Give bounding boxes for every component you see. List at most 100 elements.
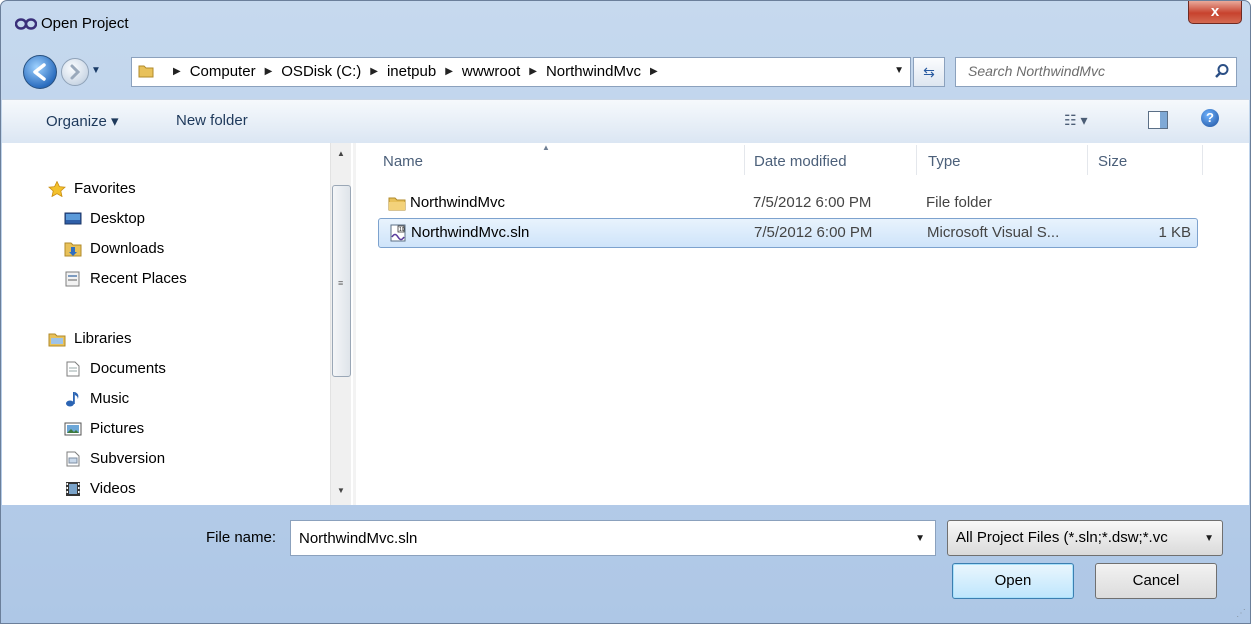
nav-label: Downloads [90,240,165,257]
chevron-down-icon[interactable]: ▼ [894,65,904,76]
address-bar[interactable]: ▶ Computer ▶ OSDisk (C:) ▶ inetpub ▶ wwwroot ▶ No… [131,57,911,87]
column-divider[interactable] [744,145,745,175]
file-type: Microsoft Visual S... [927,224,1060,241]
chevron-right-icon[interactable]: ▶ [529,66,537,77]
chevron-right-icon[interactable]: ▶ [370,66,378,77]
resize-grip-icon[interactable]: ⋰ [1236,608,1246,619]
filter-value: All Project Files (*.sln;*.dsw;*.vc [956,529,1168,546]
chevron-right-icon[interactable]: ▶ [445,66,453,77]
refresh-button[interactable]: ⇆ [913,57,945,87]
nav-label: Recent Places [90,270,187,287]
column-header-name[interactable]: Name [383,153,423,170]
documents-icon [66,361,80,376]
chevron-down-icon: ▼ [1204,533,1214,544]
videos-icon [66,481,80,496]
change-view-button[interactable]: ☷ ▾ [1064,112,1087,129]
open-project-dialog: Open Project x ▼ ▶ Computer ▶ OSDisk (C:) ▶ i… [0,0,1251,624]
file-type-filter-select[interactable]: All Project Files (*.sln;*.dsw;*.vc ▼ [947,520,1223,556]
scroll-up-icon[interactable]: ▲ [337,149,345,158]
nav-item-subversion[interactable]: Subversion [64,450,165,467]
organize-button[interactable]: Organize ▾ [46,112,119,130]
nav-label: Subversion [90,450,166,467]
open-button[interactable]: Open [952,563,1074,599]
chevron-right-icon[interactable]: ▶ [650,66,658,77]
chevron-right-icon[interactable]: ▶ [173,66,181,77]
breadcrumb-item[interactable]: inetpub [387,63,436,80]
visual-studio-icon [15,18,37,30]
nav-item-videos[interactable]: Videos [64,480,136,497]
arrow-right-icon [70,64,81,80]
nav-item-recent-places[interactable]: Recent Places [64,270,187,287]
libraries-icon [48,333,66,346]
file-name-label: File name: [206,529,277,546]
file-name: NorthwindMvc.sln [411,224,530,241]
nav-item-desktop[interactable]: Desktop [64,210,145,227]
close-button[interactable]: x [1188,1,1242,24]
view-list-icon: ☷ [1064,112,1077,128]
search-input[interactable] [966,62,1200,80]
preview-pane-button[interactable] [1148,111,1168,129]
file-row-folder[interactable]: NorthwindMvc 7/5/2012 6:00 PM File folde… [378,189,1196,217]
chevron-down-icon[interactable]: ▼ [915,533,925,544]
scroll-down-icon[interactable]: ▼ [337,486,345,495]
breadcrumb-item[interactable]: OSDisk (C:) [281,63,361,80]
pictures-icon [64,422,82,435]
arrow-left-icon [33,63,46,81]
browser-area: Favorites Desktop Downloads Recent Place… [2,143,1249,505]
cancel-button[interactable]: Cancel [1095,563,1217,599]
nav-label: Desktop [90,210,146,227]
breadcrumb-item[interactable]: Computer [190,63,256,80]
column-divider[interactable] [1202,145,1203,175]
file-date: 7/5/2012 6:00 PM [754,224,873,241]
help-icon[interactable]: ? [1201,109,1219,127]
nav-libraries[interactable]: Libraries [48,330,132,347]
breadcrumb-item[interactable]: wwwroot [462,63,520,80]
file-type: File folder [926,194,992,211]
file-list: ▲ Name Date modified Type Size Northwind… [356,143,1249,505]
nav-favorites[interactable]: Favorites [48,180,136,197]
nav-label: Videos [90,480,136,497]
column-divider[interactable] [1087,145,1088,175]
navigation-pane: Favorites Desktop Downloads Recent Place… [2,143,330,505]
column-header-size[interactable]: Size [1098,153,1127,170]
solution-file-icon: 10 [390,224,406,242]
search-box[interactable] [955,57,1237,87]
search-icon[interactable] [1214,63,1230,79]
forward-button[interactable] [61,58,89,86]
column-header-date[interactable]: Date modified [754,153,847,170]
column-divider[interactable] [916,145,917,175]
file-name-input[interactable] [297,529,891,548]
nav-item-documents[interactable]: Documents [64,360,166,377]
refresh-icon: ⇆ [923,64,935,80]
recent-places-icon [65,271,80,286]
window-title: Open Project [41,15,129,32]
nav-scrollbar[interactable]: ▲ ≡ ▼ [330,143,351,505]
nav-label: Music [90,390,130,407]
nav-item-downloads[interactable]: Downloads [64,240,164,257]
command-bar: Organize ▾ New folder ☷ ▾ ? [2,99,1249,144]
scroll-thumb[interactable]: ≡ [332,185,351,377]
nav-label: Favorites [74,180,136,197]
sort-ascending-icon: ▲ [542,143,550,152]
back-button[interactable] [23,55,57,89]
file-size: 1 KB [1158,224,1191,241]
nav-item-pictures[interactable]: Pictures [64,420,144,437]
file-name-combo[interactable]: ▼ [290,520,936,556]
recent-locations-dropdown[interactable]: ▼ [91,65,101,76]
music-icon [66,391,79,406]
nav-label: Documents [90,360,166,377]
file-name: NorthwindMvc [410,194,506,211]
nav-label: Pictures [90,420,145,437]
breadcrumb: ▶ Computer ▶ OSDisk (C:) ▶ inetpub ▶ wwwroot ▶ No… [164,63,667,80]
file-row-solution[interactable]: 10 NorthwindMvc.sln 7/5/2012 6:00 PM Mic… [378,218,1198,248]
grip-icon: ≡ [338,278,344,288]
svg-text:10: 10 [399,227,405,233]
new-folder-button[interactable]: New folder [176,112,248,129]
column-header-type[interactable]: Type [928,153,961,170]
nav-label: Libraries [74,330,132,347]
folder-icon [138,65,154,78]
nav-item-music[interactable]: Music [64,390,129,407]
title-bar[interactable]: Open Project x [1,1,1250,47]
chevron-right-icon[interactable]: ▶ [265,66,273,77]
breadcrumb-item[interactable]: NorthwindMvc [546,63,641,80]
